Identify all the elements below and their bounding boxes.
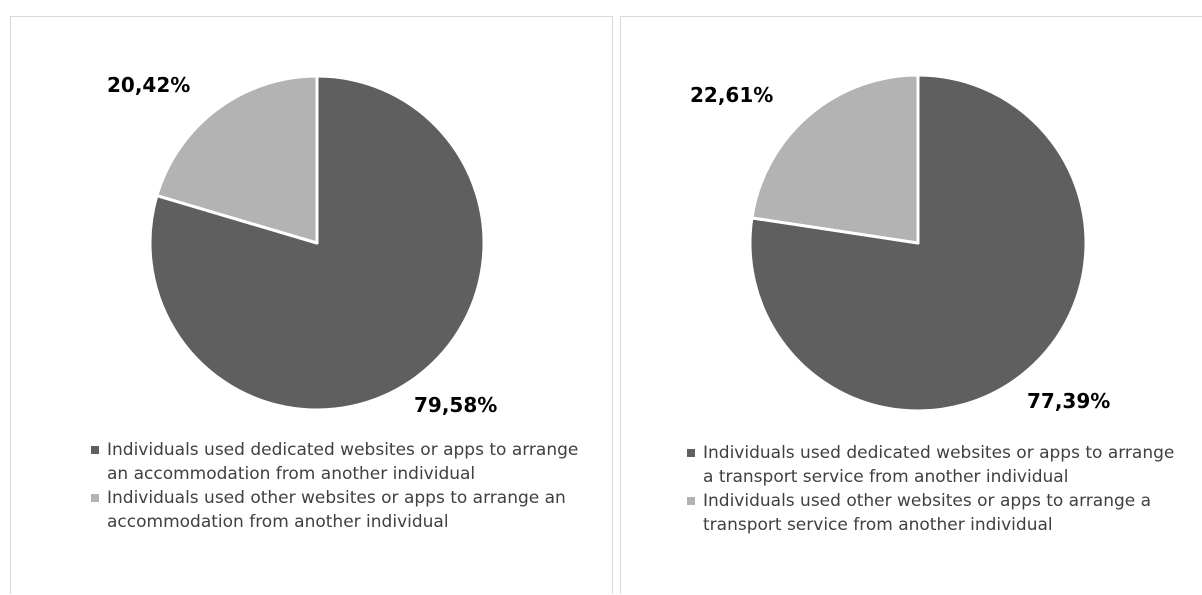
legend-label-dedicated: Individuals used dedicated websites or a… xyxy=(703,443,1175,487)
legend-swatch-other xyxy=(687,497,695,505)
slice-label-other: 20,42% xyxy=(107,73,191,97)
slice-label-dedicated: 77,39% xyxy=(1027,389,1111,413)
legend-swatch-dedicated xyxy=(687,449,695,457)
legend-label-dedicated: Individuals used dedicated websites or a… xyxy=(107,440,579,484)
legend-swatch-dedicated xyxy=(91,446,99,454)
legend-item-other: Individuals used other websites or apps … xyxy=(91,486,596,534)
legend-label-other: Individuals used other websites or apps … xyxy=(107,488,566,532)
slice-label-dedicated: 79,58% xyxy=(414,393,498,417)
legend-label-other: Individuals used other websites or apps … xyxy=(703,491,1152,535)
pie-slice-other xyxy=(750,73,920,245)
legend-accommodation: Individuals used dedicated websites or a… xyxy=(91,438,596,534)
chart-panel-transport: 77,39% 22,61% Individuals used dedicated… xyxy=(620,16,1202,594)
legend-item-dedicated: Individuals used dedicated websites or a… xyxy=(687,441,1187,489)
legend-transport: Individuals used dedicated websites or a… xyxy=(687,441,1187,537)
legend-item-dedicated: Individuals used dedicated websites or a… xyxy=(91,438,596,486)
chart-panel-accommodation: 79,58% 20,42% Individuals used dedicated… xyxy=(10,16,613,594)
slice-label-other: 22,61% xyxy=(690,83,774,107)
legend-swatch-other xyxy=(91,494,99,502)
legend-item-other: Individuals used other websites or apps … xyxy=(687,489,1187,537)
